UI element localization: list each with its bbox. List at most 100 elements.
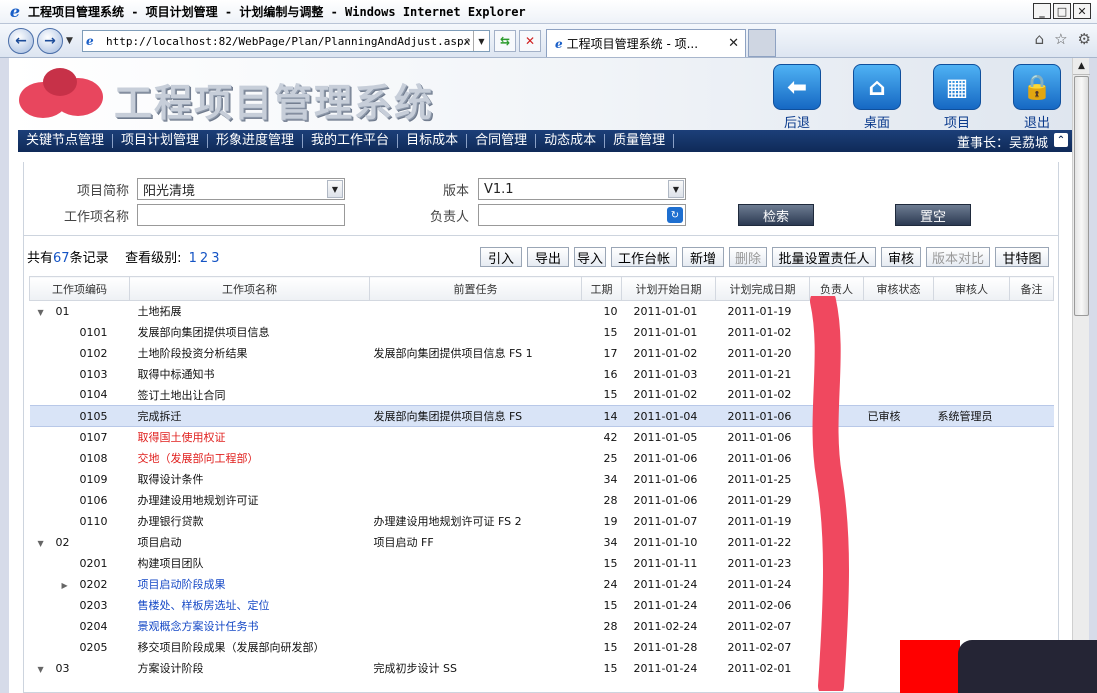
- cell-name: 办理建设用地规划许可证: [137, 494, 259, 507]
- cell-status: [864, 532, 934, 553]
- forward-button[interactable]: →: [37, 28, 63, 54]
- chevron-down-icon[interactable]: ▼: [668, 180, 684, 198]
- collapse-banner-icon[interactable]: ⌃: [1054, 133, 1068, 147]
- gear-icon[interactable]: ⚙: [1078, 30, 1091, 48]
- level-2-link[interactable]: 2: [200, 251, 208, 266]
- table-row[interactable]: 0201 构建项目团队 15 2011-01-11 2011-01-23: [30, 553, 1054, 574]
- table-row[interactable]: 0102 土地阶段投资分析结果 发展部向集团提供项目信息 FS 1 17 2011-01…: [30, 343, 1054, 364]
- address-bar[interactable]: e http://localhost:82/WebPage/Plan/Plann…: [82, 30, 490, 52]
- table-row[interactable]: ▼ 02 项目启动 项目启动 FF 34 2011-01-10 2011-01-22: [30, 532, 1054, 553]
- table-row[interactable]: ▼ 01 土地拓展 10 2011-01-01 2011-01-19: [30, 301, 1054, 322]
- cell-code: 0108: [30, 448, 130, 469]
- table-row[interactable]: 0110 办理银行贷款 办理建设用地规划许可证 FS 2 19 2011-01-07 20…: [30, 511, 1054, 532]
- project-select[interactable]: 阳光清境 ▼: [137, 178, 345, 200]
- row-code: 0203: [79, 598, 108, 612]
- table-row[interactable]: 0103 取得中标通知书 16 2011-01-03 2011-01-21: [30, 364, 1054, 385]
- building-icon: ▦: [933, 64, 981, 110]
- refresh-button[interactable]: ⇆: [494, 30, 516, 52]
- close-window-button[interactable]: ✕: [1073, 3, 1091, 19]
- expand-toggle-icon[interactable]: ▶: [62, 581, 72, 590]
- maximize-button[interactable]: □: [1053, 3, 1071, 19]
- add-button[interactable]: 新增: [682, 247, 724, 267]
- owner-input[interactable]: ↻: [478, 204, 686, 226]
- col-header-code[interactable]: 工作项编码: [29, 276, 130, 301]
- delete-button[interactable]: 删除: [729, 247, 767, 267]
- tab-close-icon[interactable]: ✕: [728, 36, 739, 51]
- menu-item-contract[interactable]: 合同管理: [467, 134, 537, 148]
- menu-item-target-cost[interactable]: 目标成本: [398, 134, 468, 148]
- cell-predecessor: [370, 301, 582, 322]
- table-row[interactable]: 0107 取得国土使用权证 42 2011-01-05 2011-01-06: [30, 427, 1054, 448]
- browser-tab[interactable]: e 工程项目管理系统 - 项... ✕: [546, 29, 746, 57]
- table-row[interactable]: 0203 售楼处、样板房选址、定位 15 2011-01-24 2011-02-06: [30, 595, 1054, 616]
- nav-back-button[interactable]: ⬅ 后退: [773, 64, 821, 131]
- batch-assign-owner-button[interactable]: 批量设置责任人: [772, 247, 876, 267]
- tab-label: 工程项目管理系统 - 项...: [566, 37, 699, 51]
- menu-item-dynamic-cost[interactable]: 动态成本: [536, 134, 606, 148]
- import-button[interactable]: 引入: [480, 247, 522, 267]
- cell-code: 0205: [30, 637, 130, 658]
- table-row[interactable]: 0105 完成拆迁 发展部向集团提供项目信息 FS 14 2011-01-04 2011-…: [29, 405, 1054, 427]
- col-header-end[interactable]: 计划完成日期: [715, 276, 810, 301]
- col-header-name[interactable]: 工作项名称: [129, 276, 370, 301]
- table-row[interactable]: 0109 取得设计条件 34 2011-01-06 2011-01-25: [30, 469, 1054, 490]
- level-3-link[interactable]: 3: [211, 251, 219, 266]
- level-1-link[interactable]: 1: [189, 251, 197, 266]
- workitem-input[interactable]: [137, 204, 345, 226]
- version-select[interactable]: V1.1 ▼: [478, 178, 686, 200]
- cell-predecessor: [370, 364, 582, 385]
- menu-item-project-plan[interactable]: 项目计划管理: [113, 134, 209, 148]
- new-tab-button[interactable]: [748, 29, 776, 57]
- table-row[interactable]: 0204 景观概念方案设计任务书 28 2011-02-24 2011-02-07: [30, 616, 1054, 637]
- expand-toggle-icon[interactable]: ▼: [38, 665, 48, 674]
- table-row[interactable]: ▶ 0202 项目启动阶段成果 24 2011-01-24 2011-01-24: [30, 574, 1054, 595]
- menu-item-key-nodes[interactable]: 关键节点管理: [18, 134, 114, 148]
- nav-desktop-button[interactable]: ⌂ 桌面: [853, 64, 901, 131]
- cell-name: 交地（发展部向工程部）: [137, 452, 259, 465]
- version-compare-button[interactable]: 版本对比: [926, 247, 990, 267]
- cell-duration: 28: [603, 619, 618, 633]
- favorites-star-icon[interactable]: ☆: [1054, 30, 1067, 48]
- expand-toggle-icon[interactable]: ▼: [38, 308, 48, 317]
- back-button[interactable]: ←: [8, 28, 34, 54]
- menu-item-quality[interactable]: 质量管理: [605, 134, 675, 148]
- row-code: 0101: [79, 325, 108, 339]
- table-row[interactable]: 0108 交地（发展部向工程部） 25 2011-01-06 2011-01-06: [30, 448, 1054, 469]
- history-dropdown-icon[interactable]: ▼: [66, 36, 73, 46]
- address-dropdown-icon[interactable]: ▼: [473, 31, 489, 51]
- search-button[interactable]: 检索: [738, 204, 814, 226]
- export-button[interactable]: 导出: [527, 247, 569, 267]
- col-header-start[interactable]: 计划开始日期: [621, 276, 716, 301]
- workitem-label: 工作项名称: [63, 210, 129, 225]
- table-row[interactable]: 0101 发展部向集团提供项目信息 15 2011-01-01 2011-01-02: [30, 322, 1054, 343]
- scroll-thumb[interactable]: [1074, 76, 1089, 316]
- minimize-button[interactable]: _: [1033, 3, 1051, 19]
- expand-toggle-icon[interactable]: ▼: [38, 539, 48, 548]
- count-prefix: 共有: [27, 251, 54, 266]
- menu-item-progress[interactable]: 形象进度管理: [208, 134, 304, 148]
- reset-button[interactable]: 置空: [895, 204, 971, 226]
- search-icon[interactable]: ⌕: [464, 33, 471, 48]
- table-row[interactable]: 0106 办理建设用地规划许可证 28 2011-01-06 2011-01-29: [30, 490, 1054, 511]
- scroll-up-icon[interactable]: ▲: [1073, 58, 1090, 75]
- table-row[interactable]: 0104 签订土地出让合同 15 2011-01-02 2011-01-02: [30, 385, 1054, 406]
- gantt-chart-button[interactable]: 甘特图: [995, 247, 1049, 267]
- chevron-down-icon[interactable]: ▼: [327, 180, 343, 198]
- work-ledger-button[interactable]: 工作台帐: [611, 247, 677, 267]
- menu-item-my-workspace[interactable]: 我的工作平台: [303, 134, 399, 148]
- url-text[interactable]: http://localhost:82/WebPage/Plan/Plannin…: [106, 35, 470, 48]
- col-header-duration[interactable]: 工期: [581, 276, 622, 301]
- stop-button[interactable]: ✕: [519, 30, 541, 52]
- col-header-status[interactable]: 审核状态: [863, 276, 934, 301]
- nav-project-button[interactable]: ▦ 项目: [933, 64, 981, 131]
- home-icon[interactable]: ⌂: [1035, 30, 1045, 48]
- audit-button[interactable]: 审核: [881, 247, 921, 267]
- import-file-button[interactable]: 导入: [574, 247, 606, 267]
- col-header-predecessor[interactable]: 前置任务: [369, 276, 582, 301]
- col-header-note[interactable]: 备注: [1009, 276, 1054, 301]
- nav-exit-button[interactable]: 🔒 退出: [1013, 64, 1061, 131]
- col-header-auditor[interactable]: 审核人: [933, 276, 1010, 301]
- page-content: 工程项目管理系统 ⬅ 后退 ⌂ 桌面 ▦ 项目 🔒 退出 关键节点管理 项目计划…: [9, 58, 1072, 693]
- page-scrollbar[interactable]: ▲: [1072, 58, 1090, 693]
- owner-picker-icon[interactable]: ↻: [667, 207, 683, 223]
